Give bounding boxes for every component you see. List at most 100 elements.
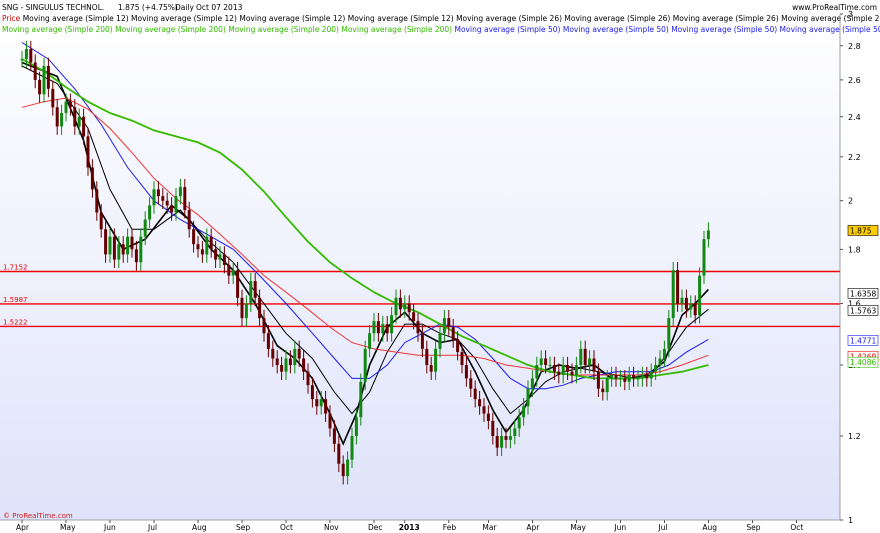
price-bar: [139, 236, 143, 263]
y-tick-label: 1.8: [848, 245, 861, 254]
legend-item-b-4: Moving average (Simple 50): [455, 25, 563, 34]
price-bar: [552, 365, 556, 372]
x-tick-label: Aug: [192, 523, 207, 532]
price-bar: [293, 348, 297, 366]
legend-item-a-7: Moving average (Simple 26): [673, 14, 781, 23]
legend-item-a-5: Moving average (Simple 26): [456, 14, 564, 23]
symbol-title: SNG - SINGULUS TECHNOL.: [2, 3, 104, 12]
price-bar: [420, 333, 424, 349]
legend-row-1: Price Moving average (Simple 12) Moving …: [2, 14, 880, 23]
price-bar: [618, 378, 622, 380]
price-bar: [29, 49, 33, 63]
price-bar: [310, 385, 314, 400]
price-bar: [244, 303, 248, 319]
price-bar: [64, 101, 68, 113]
price-bar: [451, 327, 455, 340]
value-tag-label: 1.4771: [850, 336, 876, 345]
price-bar: [253, 281, 257, 298]
price-bar: [482, 406, 486, 414]
price-bar: [297, 348, 301, 359]
price-bar: [544, 358, 548, 366]
price-bar: [557, 371, 561, 376]
x-tick-label: May: [570, 523, 586, 532]
price-bar: [368, 333, 372, 349]
price-bar: [385, 324, 389, 334]
price-bar: [522, 406, 526, 418]
price-bar: [469, 378, 473, 389]
legend-item-a-1: Moving average (Simple 12): [23, 14, 131, 23]
price-bar: [152, 189, 156, 206]
price-bar: [605, 378, 609, 393]
price-bar: [596, 371, 600, 389]
price-bar: [86, 136, 90, 168]
price-bar: [337, 443, 341, 464]
price-bar: [689, 303, 693, 310]
x-tick-label: Aug: [702, 523, 717, 532]
legend-item-b-1: Moving average (Simple 200): [115, 25, 228, 34]
legend-item-b-7: Moving average (Simple 50): [780, 25, 880, 34]
y-tick-label: 2.4: [848, 113, 861, 122]
hline-label: 1.7152: [3, 264, 28, 272]
price-bar: [262, 318, 266, 334]
price-bar: [381, 324, 385, 334]
price-bar: [82, 116, 86, 137]
price-bar: [394, 297, 398, 316]
price-bar: [535, 365, 539, 379]
price-bar: [632, 375, 636, 379]
price-bar: [508, 436, 512, 440]
legend-item-b-0: Moving average (Simple 200): [2, 25, 115, 34]
price-bar: [60, 112, 64, 127]
price-bar: [649, 371, 653, 379]
price-bar: [240, 297, 244, 319]
price-bar: [271, 348, 275, 359]
legend-item-a-6: Moving average (Simple 26): [564, 14, 672, 23]
price-bar: [407, 303, 411, 313]
price-bar: [130, 236, 134, 250]
price-chart: 1.71521.59871.5222 11.21.41.61.822.22.42…: [0, 3, 880, 532]
x-tick-label: Mar: [482, 523, 497, 532]
price-bar: [654, 365, 658, 372]
price-bar: [55, 107, 59, 127]
price-bar: [671, 270, 675, 319]
price-bar: [662, 348, 666, 359]
price-bar: [161, 196, 165, 201]
price-bar: [178, 187, 182, 197]
price-bar: [315, 399, 319, 407]
price-bar: [698, 275, 702, 316]
price-bar: [456, 339, 460, 353]
y-tick-label: 2: [848, 197, 853, 206]
price-bar: [156, 189, 160, 197]
legend-item-b-3: Moving average (Simple 200): [341, 25, 454, 34]
price-bar: [627, 375, 631, 382]
price-bar: [680, 297, 684, 304]
price-bar: [614, 375, 618, 379]
date-label: Oct 07 2013: [196, 3, 243, 12]
x-tick-label: Sep: [236, 523, 250, 532]
value-tag-label: 1.4086: [850, 358, 876, 367]
price-bar: [90, 167, 94, 190]
price-bar: [354, 417, 358, 437]
y-tick-label: 2.6: [848, 76, 861, 85]
legend-item-a-3: Moving average (Simple 12): [239, 14, 347, 23]
price-bar: [249, 281, 253, 304]
price-bar: [706, 230, 710, 240]
price-bar: [121, 244, 125, 255]
price-bar: [504, 436, 508, 440]
price-bar: [491, 420, 495, 437]
price-bar: [51, 88, 55, 108]
x-tick-label: Oct: [790, 523, 803, 532]
price-bar: [460, 352, 464, 366]
price-bar: [667, 318, 671, 349]
price-bar: [46, 65, 50, 89]
price-bar: [526, 388, 530, 407]
price-bar: [610, 375, 614, 379]
price-bar: [434, 348, 438, 372]
price-bar: [284, 358, 288, 372]
price-bar: [583, 348, 587, 366]
price-bar: [363, 348, 367, 382]
price-bar: [222, 254, 226, 265]
price-bar: [486, 413, 490, 421]
price-bar: [187, 210, 191, 230]
legend-item-b-5: Moving average (Simple 50): [563, 25, 671, 34]
price-bar: [99, 212, 103, 230]
